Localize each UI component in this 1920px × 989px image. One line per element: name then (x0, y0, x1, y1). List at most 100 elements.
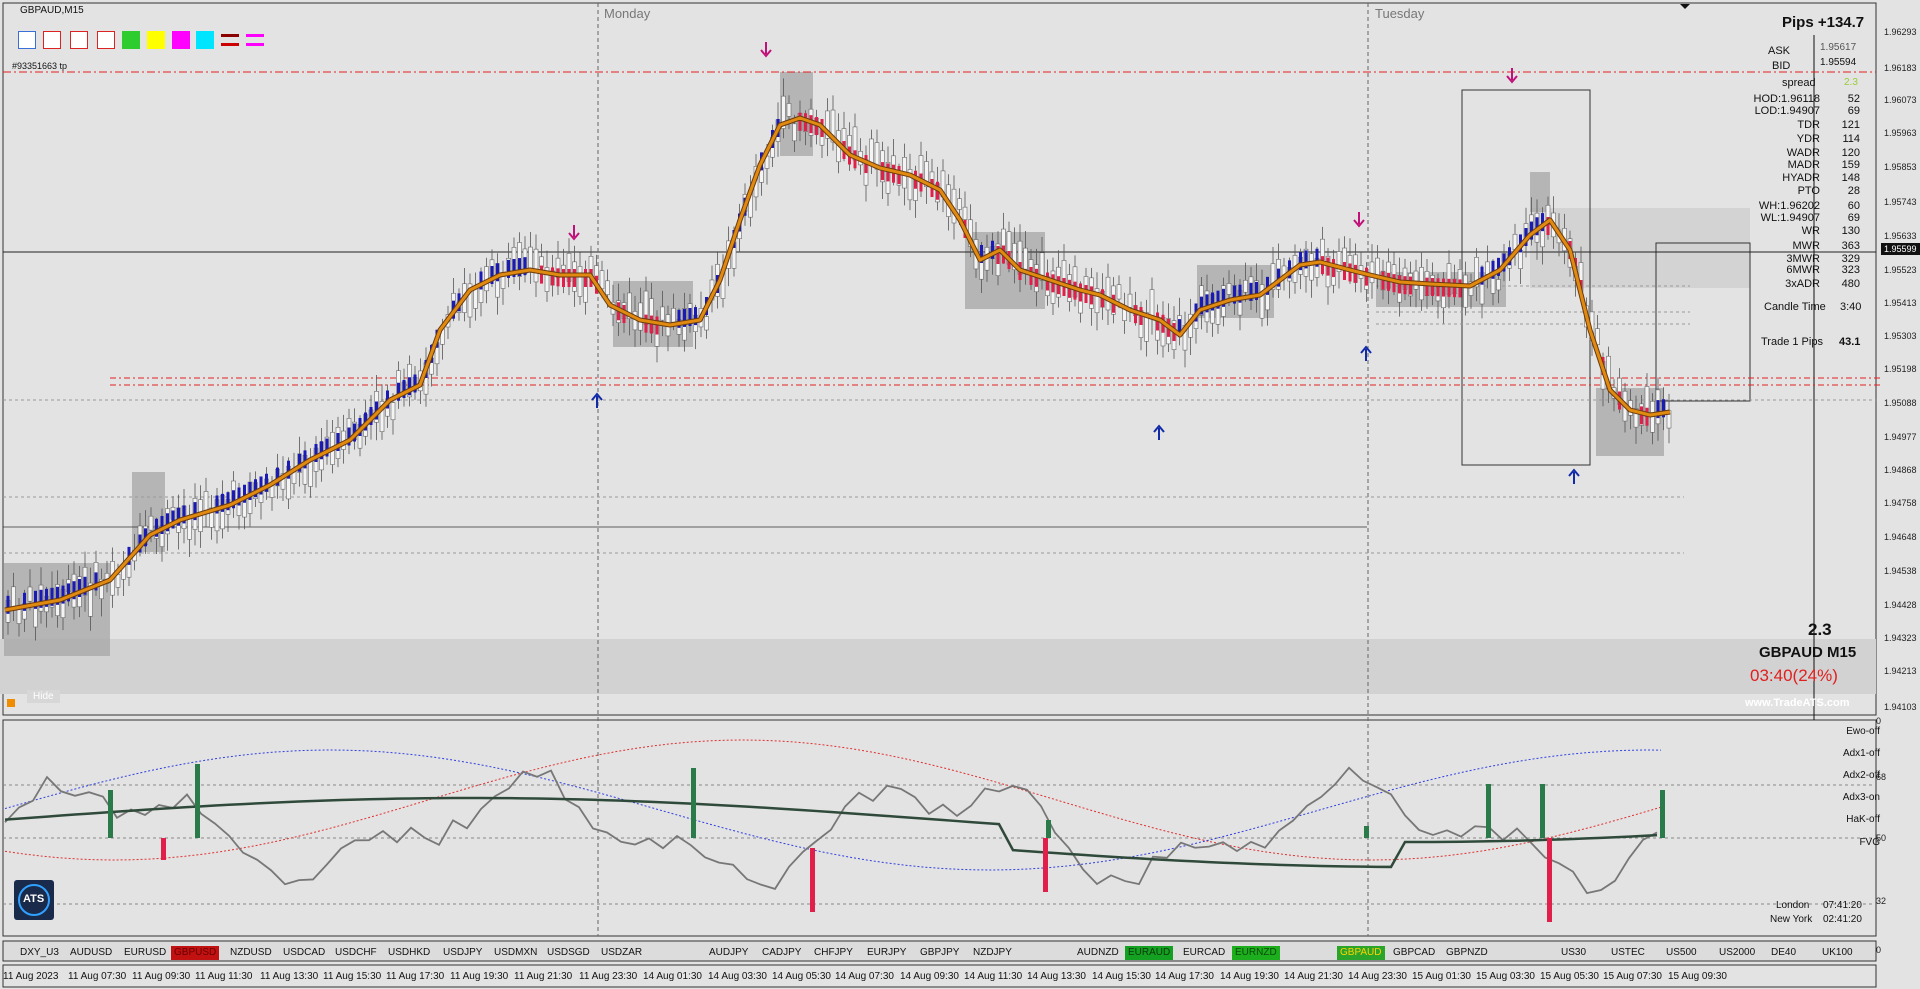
info-row-label: WL:1.94907 (1760, 212, 1820, 224)
symbol-button[interactable]: US500 (1663, 946, 1700, 960)
price-tick: 1.94323 (1884, 633, 1917, 643)
symbol-button[interactable]: UK100 (1819, 946, 1856, 960)
indicator-toggle[interactable]: Adx2-off (1843, 770, 1880, 781)
ha-candle (573, 269, 576, 287)
ask-value: 1.95617 (1820, 42, 1857, 53)
color-swatch[interactable] (196, 31, 214, 49)
ask-label: ASK (1768, 45, 1791, 57)
time-tick: 11 Aug 07:30 (68, 971, 127, 982)
symbol-button[interactable]: CHFJPY (811, 946, 856, 960)
time-tick: 14 Aug 17:30 (1155, 971, 1214, 982)
ha-candle (562, 269, 565, 287)
time-tick: 14 Aug 15:30 (1092, 971, 1151, 982)
color-swatch[interactable] (221, 34, 239, 46)
symbol-button[interactable]: USTEC (1608, 946, 1648, 960)
symbol-button[interactable]: DE40 (1768, 946, 1799, 960)
symbol-button[interactable]: EURJPY (864, 946, 909, 960)
symbol-timeframe: GBPAUD M15 (1759, 644, 1857, 661)
price-tick: 1.94213 (1884, 666, 1917, 676)
candle-time-label: Candle Time (1764, 301, 1826, 313)
symbol-button[interactable]: GBPUSD (171, 946, 220, 960)
symbol-button[interactable]: GBPJPY (917, 946, 962, 960)
indicator-toggle[interactable]: Adx1-off (1843, 748, 1880, 759)
time-tick: 11 Aug 19:30 (450, 971, 509, 982)
symbol-button[interactable]: CADJPY (759, 946, 804, 960)
symbol-button[interactable]: GBPCAD (1390, 946, 1438, 960)
ha-candle (1447, 278, 1451, 297)
price-tick: 1.95853 (1884, 162, 1917, 172)
color-swatch[interactable] (70, 31, 88, 49)
symbol-button[interactable]: USDCHF (332, 946, 380, 960)
bid-label: BID (1772, 60, 1791, 72)
symbol-button[interactable]: US2000 (1716, 946, 1758, 960)
info-row-label: MADR (1787, 159, 1820, 171)
ha-candle (1442, 278, 1445, 297)
symbol-button[interactable]: GBPAUD (1337, 946, 1385, 960)
info-row-label: MWR (1792, 240, 1821, 252)
symbol-button[interactable]: NZDJPY (970, 946, 1015, 960)
ha-candle (1431, 278, 1434, 297)
time-tick: 11 Aug 2023 (3, 971, 59, 982)
symbol-button[interactable]: AUDNZD (1074, 946, 1122, 960)
symbol-button[interactable]: USDZAR (598, 946, 645, 960)
info-row-value: 480 (1841, 278, 1860, 290)
time-tick: 14 Aug 07:30 (835, 971, 894, 982)
color-swatch[interactable] (122, 31, 140, 49)
info-row-value: 28 (1847, 185, 1860, 197)
indicator-toggle[interactable]: Adx3-on (1843, 792, 1880, 803)
color-swatch[interactable] (43, 31, 61, 49)
trade-pips-value: 43.1 (1839, 336, 1861, 348)
info-row-value: 52 (1847, 93, 1860, 105)
time-tick: 15 Aug 09:30 (1668, 971, 1727, 982)
indicator-toggle[interactable]: HaK-off (1846, 814, 1880, 825)
symbol-button[interactable]: EURCAD (1180, 946, 1228, 960)
price-tick: 1.94868 (1884, 465, 1917, 475)
symbol-button[interactable]: AUDUSD (67, 946, 115, 960)
hide-button[interactable]: Hide (27, 690, 60, 703)
info-row-value: 69 (1847, 105, 1860, 117)
indicator-axis-tick: 0 (1876, 945, 1882, 955)
day-label-tuesday: Tuesday (1375, 6, 1425, 21)
symbol-button[interactable]: USDHKD (385, 946, 433, 960)
indicator-axis-tick: 0 (1876, 716, 1882, 726)
symbol-button[interactable]: NZDUSD (227, 946, 275, 960)
info-row-value: 121 (1841, 119, 1860, 131)
symbol-button[interactable]: DXY_U3 (17, 946, 62, 960)
symbol-button[interactable]: EURUSD (121, 946, 169, 960)
symbol-button[interactable]: GBPNZD (1443, 946, 1491, 960)
ha-candle (1425, 277, 1429, 296)
session-time: 07:41:20 (1823, 900, 1862, 911)
info-row-value: 69 (1847, 212, 1860, 224)
info-row-value: 114 (1842, 133, 1860, 145)
price-tick: 1.94538 (1884, 566, 1917, 576)
time-tick: 11 Aug 17:30 (386, 971, 445, 982)
big-spread: 2.3 (1808, 620, 1832, 639)
color-swatch[interactable] (246, 34, 264, 46)
color-swatch[interactable] (147, 31, 165, 49)
color-swatch[interactable] (18, 31, 36, 49)
symbol-button[interactable]: AUDJPY (706, 946, 751, 960)
order-label: #93351663 tp (12, 61, 68, 71)
bid-value: 1.95594 (1820, 57, 1857, 68)
symbol-button[interactable]: US30 (1558, 946, 1589, 960)
symbol-button[interactable]: USDSGD (544, 946, 593, 960)
color-swatch[interactable] (172, 31, 190, 49)
price-chart[interactable] (0, 0, 1920, 989)
time-tick: 15 Aug 01:30 (1412, 971, 1471, 982)
symbol-button[interactable]: USDCAD (280, 946, 328, 960)
info-row-label: 6MWR (1786, 264, 1820, 276)
symbol-button[interactable]: EURAUD (1125, 946, 1174, 960)
hide-toggle-icon[interactable] (7, 699, 15, 707)
symbol-button[interactable]: USDMXN (491, 946, 540, 960)
spread-value: 2.3 (1844, 77, 1858, 88)
indicator-axis-tick: 32 (1876, 896, 1887, 906)
indicator-toggle[interactable]: Ewo-off (1846, 726, 1880, 737)
candle-countdown: 03:40(24%) (1750, 666, 1838, 685)
symbol-button[interactable]: USDJPY (440, 946, 485, 960)
symbol-button[interactable]: EURNZD (1232, 946, 1280, 960)
info-row-label: LOD:1.94907 (1754, 105, 1820, 117)
color-swatch[interactable] (97, 31, 115, 49)
time-tick: 11 Aug 11:30 (195, 971, 253, 982)
price-tick: 1.95303 (1884, 331, 1917, 341)
info-row-label: 3xADR (1785, 278, 1820, 290)
